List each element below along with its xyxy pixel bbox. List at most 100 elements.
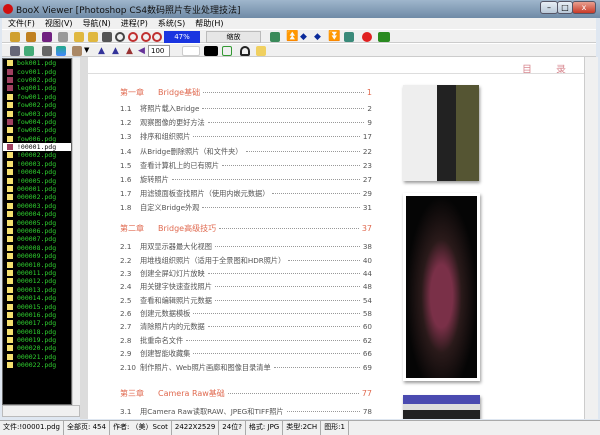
- toc-entry[interactable]: 2.5 查看和编辑照片元数据 54: [120, 296, 372, 306]
- file-list-item[interactable]: 000008.pdg: [3, 244, 71, 252]
- zoom-in-icon[interactable]: [128, 32, 138, 42]
- file-list-item[interactable]: 000014.pdg: [3, 294, 71, 302]
- open-icon[interactable]: [10, 32, 20, 42]
- last-page-icon[interactable]: ⏬: [328, 32, 340, 42]
- file-list-item[interactable]: fow004.pdg: [3, 118, 71, 126]
- file-list-item[interactable]: !00003.pdg: [3, 160, 71, 168]
- file-list-item[interactable]: 000002.pdg: [3, 193, 71, 201]
- toc-entry[interactable]: 2.4 用关键字快速查找照片 48: [120, 282, 372, 292]
- file-list-item[interactable]: 000022.pdg: [3, 361, 71, 369]
- lock-icon[interactable]: [240, 46, 250, 56]
- zoom-reset-icon[interactable]: [152, 32, 162, 42]
- file-list-item[interactable]: 000017.pdg: [3, 319, 71, 327]
- toc-entry[interactable]: 2.10 制作照片、Web照片画廊和图像目录清单 69: [120, 363, 372, 373]
- toc-entry[interactable]: 1.2 观察图像的更好方法 9: [120, 118, 372, 128]
- file-list-item[interactable]: fow003.pdg: [3, 109, 71, 118]
- file-list-item[interactable]: !00001.pdg: [3, 142, 71, 152]
- toc-chapter[interactable]: 第二章 Bridge高级技巧 37: [120, 223, 372, 234]
- fit-icon[interactable]: [102, 32, 112, 42]
- toc-entry[interactable]: 2.1 用双显示器最大化视图 38: [120, 242, 372, 252]
- toc-entry[interactable]: 1.7 用滤镜面板查找照片（使用内嵌元数据） 29: [120, 189, 372, 199]
- next-page-icon[interactable]: ◆: [314, 32, 324, 42]
- note-icon[interactable]: [256, 46, 266, 56]
- file-list-item[interactable]: 000016.pdg: [3, 311, 71, 319]
- file-list[interactable]: bok001.pdg cov001.pdg cov002.pdg leg001.pdg…: [2, 58, 72, 405]
- file-list-item[interactable]: cov002.pdg: [3, 76, 71, 84]
- menu-help[interactable]: 帮助(H): [195, 18, 223, 29]
- zoom-out-icon[interactable]: [141, 32, 151, 42]
- file-list-item[interactable]: fow001.pdg: [3, 93, 71, 101]
- file-list-item[interactable]: 000015.pdg: [3, 302, 71, 311]
- grid-icon[interactable]: [42, 46, 52, 56]
- print-icon[interactable]: [58, 32, 68, 42]
- menu-file[interactable]: 文件(F): [8, 18, 35, 29]
- folder-up-icon[interactable]: [88, 32, 98, 42]
- file-list-hscrollbar[interactable]: [2, 405, 80, 417]
- minimize-button[interactable]: –: [540, 1, 558, 14]
- page-spinner[interactable]: 100: [148, 45, 170, 57]
- rotate-icon[interactable]: [72, 46, 82, 56]
- file-list-item[interactable]: 000011.pdg: [3, 269, 71, 277]
- file-list-scrollbar[interactable]: [72, 58, 80, 405]
- file-list-item[interactable]: 000018.pdg: [3, 328, 71, 336]
- book-icon[interactable]: [42, 32, 52, 42]
- zoom-button[interactable]: 缩放: [206, 31, 261, 43]
- toc-chapter[interactable]: 第三章 Camera Raw基础 77: [120, 388, 372, 399]
- maximize-button[interactable]: □: [557, 1, 573, 14]
- file-list-item[interactable]: 000013.pdg: [3, 286, 71, 294]
- file-list-item[interactable]: fow002.pdg: [3, 101, 71, 109]
- file-list-item[interactable]: 000019.pdg: [3, 336, 71, 344]
- file-list-item[interactable]: 000004.pdg: [3, 210, 71, 218]
- toc-entry[interactable]: 1.1 将照片载入Bridge 2: [120, 104, 372, 114]
- goto-icon[interactable]: [344, 32, 354, 42]
- menu-navigate[interactable]: 导航(N): [83, 18, 111, 29]
- toc-entry[interactable]: 2.6 创建元数据模板 58: [120, 309, 372, 319]
- toc-entry[interactable]: 2.2 用堆栈组织照片（适用于全景图和HDR照片） 40: [120, 256, 372, 266]
- close-button[interactable]: x: [572, 1, 596, 14]
- file-list-item[interactable]: fow005.pdg: [3, 126, 71, 134]
- toc-entry[interactable]: 1.6 旋转照片 27: [120, 175, 372, 185]
- file-list-item[interactable]: fow006.pdg: [3, 135, 71, 143]
- toc-entry[interactable]: 2.9 创建智能收藏集 66: [120, 349, 372, 359]
- file-list-item[interactable]: 000003.pdg: [3, 202, 71, 210]
- file-list-item[interactable]: !00002.pdg: [3, 151, 71, 159]
- battery-icon[interactable]: [378, 32, 390, 42]
- page-icon[interactable]: [270, 32, 280, 42]
- toc-entry[interactable]: 1.8 自定义Bridge外观 31: [120, 203, 372, 213]
- toc-entry[interactable]: 1.3 排序和组织照片 17: [120, 132, 372, 142]
- file-list-item[interactable]: 000021.pdg: [3, 353, 71, 361]
- file-list-item[interactable]: 000012.pdg: [3, 277, 71, 285]
- toc-chapter[interactable]: 第一章 Bridge基础 1: [120, 87, 372, 98]
- skew-icon[interactable]: ◀: [138, 46, 148, 56]
- paw-icon[interactable]: [362, 32, 372, 42]
- export-icon[interactable]: [26, 32, 36, 42]
- zoom-icon[interactable]: [115, 32, 125, 42]
- bg-white-swatch[interactable]: [182, 46, 200, 56]
- file-list-item[interactable]: 000007.pdg: [3, 235, 71, 243]
- fullscreen-icon[interactable]: [24, 46, 34, 56]
- file-list-item[interactable]: 000010.pdg: [3, 260, 71, 269]
- chevron-down-icon[interactable]: ▼: [84, 46, 94, 56]
- menu-system[interactable]: 系统(S): [158, 18, 185, 29]
- refresh-icon[interactable]: [222, 46, 232, 56]
- first-page-icon[interactable]: ⏫: [286, 32, 298, 42]
- single-page-icon[interactable]: [10, 46, 20, 56]
- mirror-left-icon[interactable]: ▲: [98, 46, 108, 56]
- page-scrollbar[interactable]: [584, 57, 598, 419]
- folder-icon[interactable]: [74, 32, 84, 42]
- file-list-item[interactable]: 000020.pdg: [3, 344, 71, 352]
- flip-icon[interactable]: ▲: [126, 46, 136, 56]
- toc-entry[interactable]: 2.3 创建全屏幻灯片放映 44: [120, 269, 372, 279]
- file-list-item[interactable]: 000006.pdg: [3, 227, 71, 235]
- toc-entry[interactable]: 2.7 清除照片内的元数据 60: [120, 322, 372, 332]
- color-icon[interactable]: [56, 46, 66, 56]
- toc-entry[interactable]: 1.5 查看计算机上的已有照片 23: [120, 161, 372, 171]
- menu-process[interactable]: 进程(P): [121, 18, 148, 29]
- file-list-item[interactable]: 000009.pdg: [3, 252, 71, 260]
- mirror-right-icon[interactable]: ▲: [112, 46, 122, 56]
- menu-view[interactable]: 视图(V): [45, 18, 73, 29]
- prev-page-icon[interactable]: ◆: [300, 32, 310, 42]
- file-list-item[interactable]: 000001.pdg: [3, 185, 71, 193]
- bg-black-swatch[interactable]: [204, 46, 218, 56]
- toc-entry[interactable]: 3.1 用Camera Raw读取RAW、JPEG和TIFF照片 78: [120, 407, 372, 417]
